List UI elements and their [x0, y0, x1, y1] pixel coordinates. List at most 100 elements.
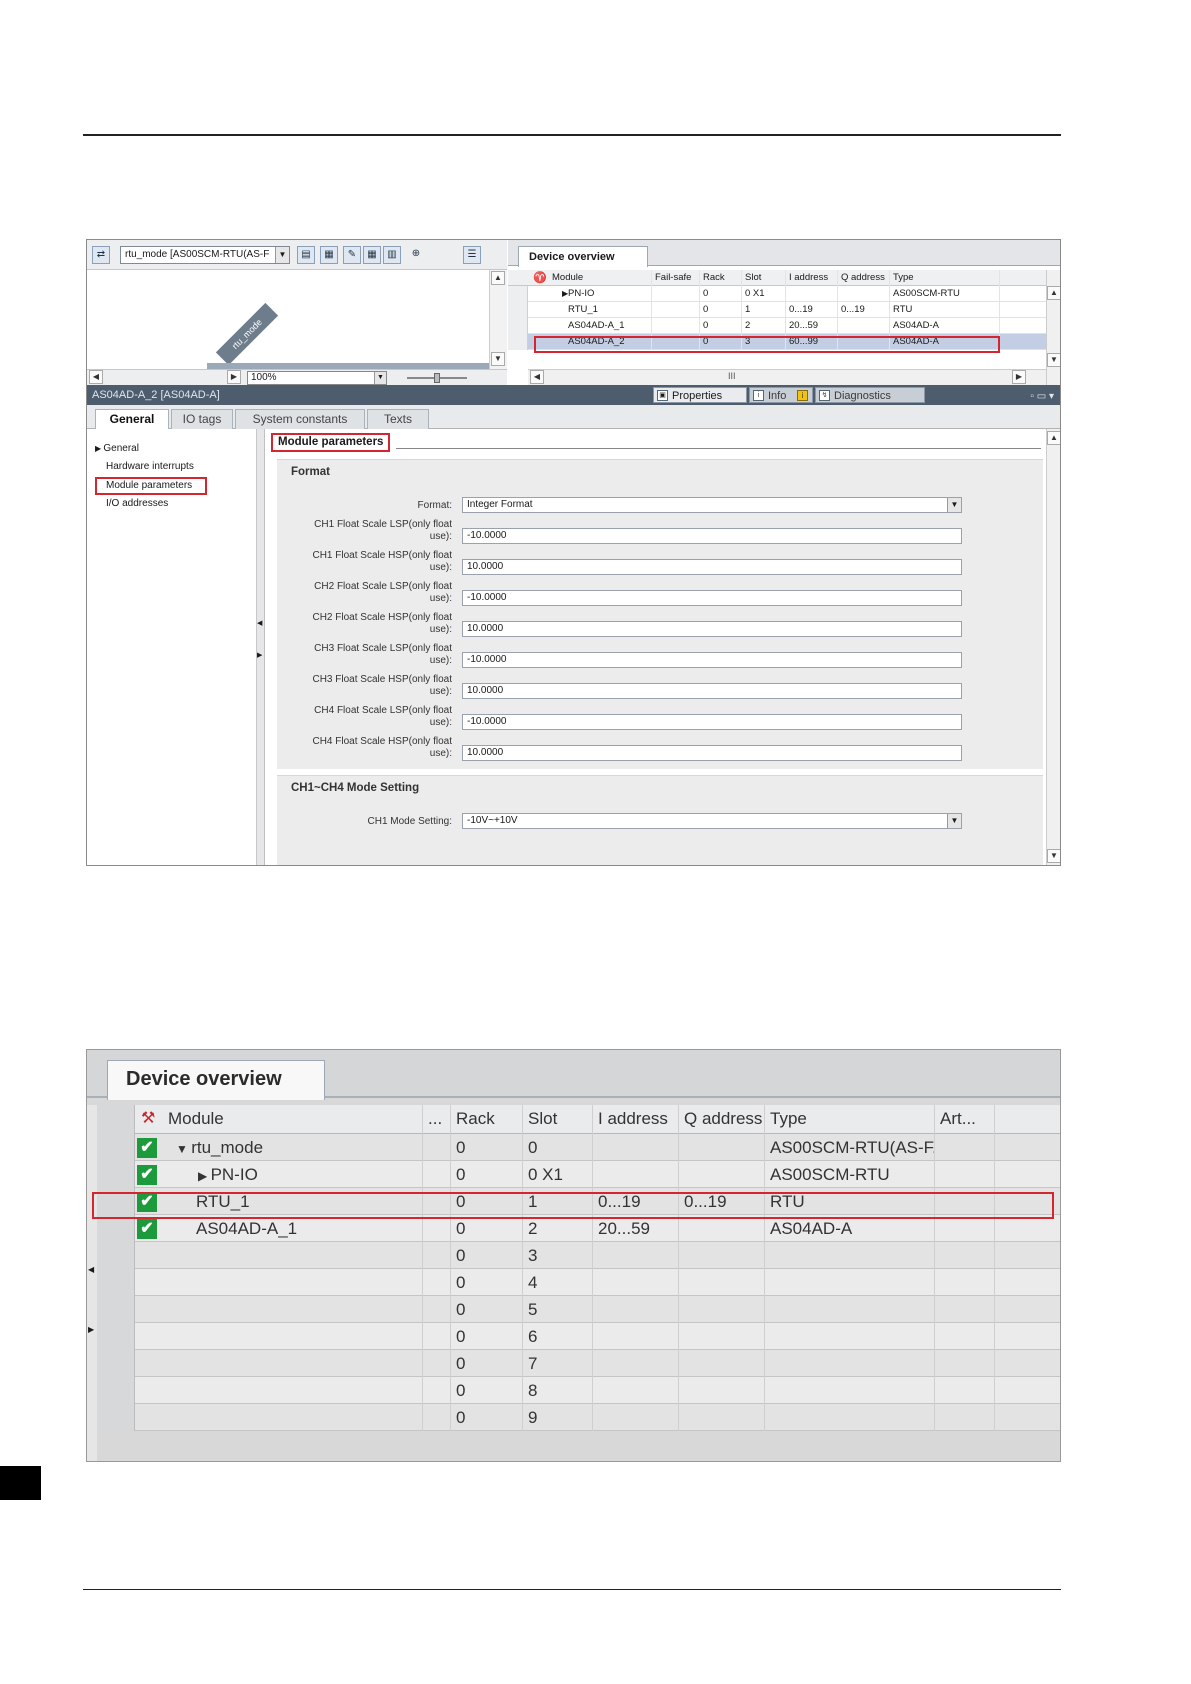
left-splitter[interactable]: ◀ ▶: [87, 1105, 97, 1461]
rack-icon[interactable]: ▦: [320, 246, 338, 264]
zoom-icon[interactable]: ⊕: [407, 246, 425, 264]
scroll-up-icon[interactable]: ▲: [1047, 286, 1060, 300]
module-cell: [163, 1350, 423, 1377]
scroll-down-icon[interactable]: ▼: [1047, 353, 1060, 367]
col-failsafe[interactable]: Fail-safe: [652, 270, 700, 286]
col-type[interactable]: Type: [765, 1105, 935, 1134]
table-row[interactable]: 08: [97, 1377, 1060, 1404]
network-icon[interactable]: ⇄: [92, 246, 110, 264]
chevron-down-icon[interactable]: ▼: [947, 498, 961, 512]
scroll-down-icon[interactable]: ▼: [491, 352, 505, 366]
ch3-hsp-label: CH3 Float Scale HSP(only float use):: [265, 674, 452, 698]
tab-texts[interactable]: Texts: [367, 409, 429, 429]
ch1-hsp-input[interactable]: 10.0000: [462, 559, 962, 575]
tab-io-tags[interactable]: IO tags: [171, 409, 233, 429]
col-slot[interactable]: Slot: [742, 270, 786, 286]
table-row[interactable]: ✔ ▼ rtu_mode 0 0 AS00SCM-RTU(AS-F...: [97, 1134, 1060, 1161]
table-row[interactable]: 07: [97, 1350, 1060, 1377]
device-overview-tab[interactable]: Device overview: [107, 1060, 325, 1100]
ch3-hsp-input[interactable]: 10.0000: [462, 683, 962, 699]
table-row[interactable]: ▶ PN-IO 0 0 X1 AS00SCM-RTU: [508, 286, 1046, 302]
col-q-address[interactable]: Q address: [838, 270, 890, 286]
expand-right-icon[interactable]: ▶: [257, 651, 262, 659]
nav-io-addresses[interactable]: I/O addresses: [106, 496, 168, 511]
content-vscroll[interactable]: ▲ ▼: [1046, 429, 1060, 865]
properties-tab[interactable]: ▣ Properties: [653, 387, 747, 403]
col-i-address[interactable]: I address: [593, 1105, 679, 1134]
table-row[interactable]: ✔ AS04AD-A_1 0 2 20...59 AS04AD-A: [97, 1215, 1060, 1242]
zoom-slider[interactable]: [407, 373, 467, 383]
device-overview-tab[interactable]: Device overview: [518, 246, 648, 267]
tab-system-constants[interactable]: System constants: [235, 409, 365, 429]
col-module[interactable]: Module: [163, 1105, 423, 1134]
table-row[interactable]: 05: [97, 1296, 1060, 1323]
device-select[interactable]: rtu_mode [AS00SCM-RTU(AS-F ▼: [120, 246, 290, 264]
scroll-down-icon[interactable]: ▼: [1047, 849, 1060, 863]
collapse-left-icon[interactable]: ◀: [257, 619, 262, 627]
diagnostics-tab[interactable]: ↯ Diagnostics: [815, 387, 925, 403]
expand-icon[interactable]: ▶: [562, 286, 568, 302]
scroll-right-icon[interactable]: ▶: [227, 370, 241, 384]
table-row[interactable]: ✔ ▶ PN-IO 0 0 X1 AS00SCM-RTU: [97, 1161, 1060, 1188]
info-tab[interactable]: i Info i: [749, 387, 813, 403]
table-row[interactable]: RTU_1 0 1 0...19 0...19 RTU: [508, 302, 1046, 318]
article-cell: [935, 1242, 995, 1269]
nav-hardware-interrupts[interactable]: Hardware interrupts: [106, 459, 194, 474]
table-row[interactable]: AS04AD-A_1 0 2 20...59 AS04AD-A: [508, 318, 1046, 334]
collapse-icon[interactable]: ▼: [176, 1142, 191, 1156]
label-line: CH1 Float Scale HSP(only float: [312, 550, 452, 561]
scroll-left-icon[interactable]: ◀: [89, 370, 103, 384]
type-cell: [765, 1269, 935, 1296]
expand-icon[interactable]: ▶: [198, 1169, 211, 1183]
col-article[interactable]: Art...: [935, 1105, 995, 1134]
zoom-select[interactable]: 100% ▼: [247, 371, 387, 385]
col-rack[interactable]: Rack: [700, 270, 742, 286]
nav-general[interactable]: ▶ General: [95, 441, 139, 456]
ch1-lsp-input[interactable]: -10.0000: [462, 528, 962, 544]
device-icon[interactable]: ▤: [297, 246, 315, 264]
scroll-up-icon[interactable]: ▲: [491, 271, 505, 285]
article-cell: [935, 1377, 995, 1404]
chevron-down-icon[interactable]: ▼: [275, 247, 289, 263]
q-address-cell: [838, 286, 890, 302]
canvas-device-label[interactable]: rtu_mode: [215, 302, 279, 366]
scroll-thumb-grip[interactable]: III: [728, 371, 736, 381]
overview-icon[interactable]: ☰: [463, 246, 481, 264]
format-select[interactable]: Integer Format ▼: [462, 497, 962, 513]
col-type[interactable]: Type: [890, 270, 1000, 286]
scroll-up-icon[interactable]: ▲: [1047, 431, 1060, 445]
table-row[interactable]: 09: [97, 1404, 1060, 1431]
chevron-down-icon[interactable]: ▼: [947, 814, 961, 828]
edit-icon[interactable]: ✎: [343, 246, 361, 264]
table-row[interactable]: 06: [97, 1323, 1060, 1350]
col-slot[interactable]: Slot: [523, 1105, 593, 1134]
col-q-address[interactable]: Q address: [679, 1105, 765, 1134]
panel-controls-icon[interactable]: ▫ ▭ ▾: [1030, 387, 1054, 407]
col-i-address[interactable]: I address: [786, 270, 838, 286]
zoom-slider-knob[interactable]: [434, 373, 440, 383]
device-overview-hscroll[interactable]: ◀ III ▶: [528, 369, 1046, 385]
scroll-left-icon[interactable]: ◀: [530, 370, 544, 384]
format-value: Integer Format: [467, 499, 533, 510]
ch1-mode-select[interactable]: -10V~+10V ▼: [462, 813, 962, 829]
tab-general[interactable]: General: [95, 409, 169, 430]
page-icon[interactable]: ▥: [383, 246, 401, 264]
col-more[interactable]: ...: [423, 1105, 451, 1134]
scroll-right-icon[interactable]: ▶: [1012, 370, 1026, 384]
table-row[interactable]: 04: [97, 1269, 1060, 1296]
device-view-vscroll[interactable]: ▲ ▼: [489, 270, 507, 385]
table-row[interactable]: 03: [97, 1242, 1060, 1269]
panel-splitter[interactable]: ◀ ▶: [257, 429, 265, 865]
ch4-lsp-input[interactable]: -10.0000: [462, 714, 962, 730]
row-gutter: [97, 1323, 135, 1350]
ch4-hsp-input[interactable]: 10.0000: [462, 745, 962, 761]
col-rack[interactable]: Rack: [451, 1105, 523, 1134]
device-overview-vscroll[interactable]: ▲ ▼: [1046, 270, 1060, 385]
ch2-lsp-input[interactable]: -10.0000: [462, 590, 962, 606]
ch3-lsp-input[interactable]: -10.0000: [462, 652, 962, 668]
grid-icon[interactable]: ▦: [363, 246, 381, 264]
ch2-hsp-input[interactable]: 10.0000: [462, 621, 962, 637]
chevron-down-icon[interactable]: ▼: [374, 372, 386, 384]
expand-right-icon[interactable]: ▶: [88, 1325, 94, 1334]
collapse-left-icon[interactable]: ◀: [88, 1265, 94, 1274]
